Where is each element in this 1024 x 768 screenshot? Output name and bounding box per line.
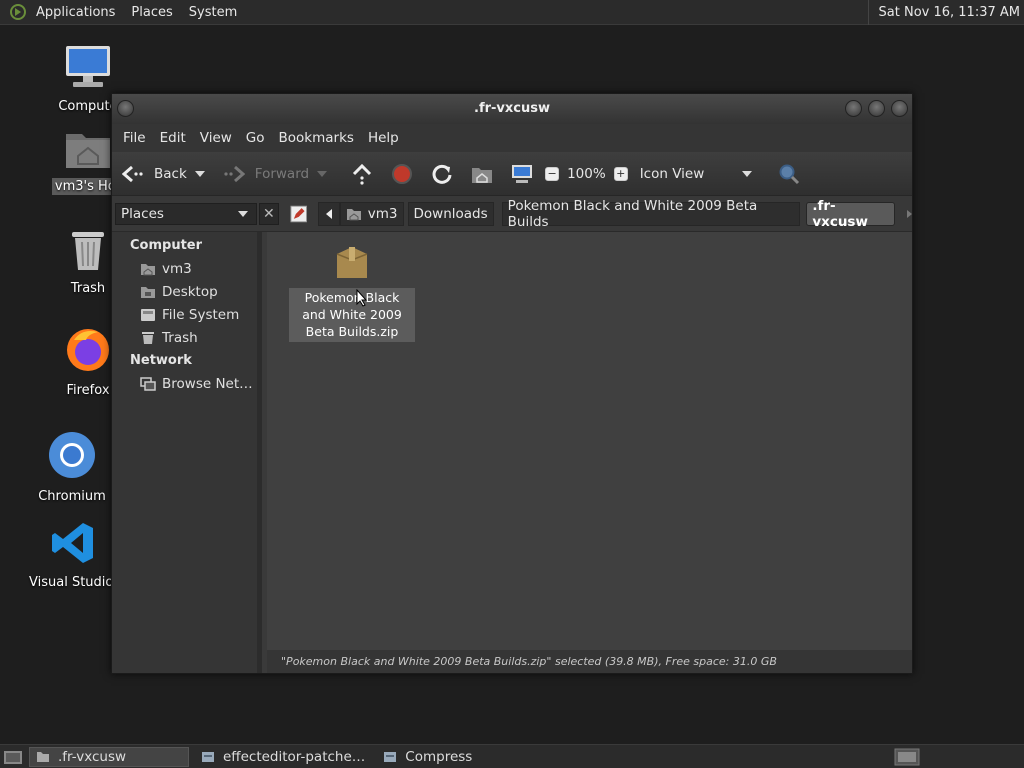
zoom-out-icon[interactable]: −: [545, 166, 560, 181]
close-button[interactable]: [891, 100, 908, 117]
minimize-button[interactable]: [845, 100, 862, 117]
back-label: Back: [154, 165, 187, 182]
maximize-button[interactable]: [868, 100, 885, 117]
zoom-in-icon[interactable]: +: [613, 166, 628, 181]
home-folder-small-icon: [141, 263, 155, 275]
sidebar-item-filesystem[interactable]: File System: [112, 303, 257, 326]
file-item[interactable]: Pokemon Black and White 2009 Beta Builds…: [289, 244, 415, 342]
stop-icon[interactable]: [391, 163, 413, 185]
taskbar-item-compress[interactable]: Compress: [377, 747, 478, 767]
zoom-control: − 100% +: [545, 166, 628, 182]
forward-history-dropdown-icon[interactable]: [317, 170, 328, 177]
view-mode-label: Icon View: [639, 165, 705, 182]
breadcrumb-right-arrow-icon[interactable]: [907, 209, 912, 218]
status-bar: "Pokemon Black and White 2009 Beta Build…: [267, 650, 912, 673]
edit-location-icon[interactable]: [289, 204, 308, 224]
folder-small-icon: [37, 751, 49, 762]
archive-icon: [336, 247, 368, 278]
places-sidebar: Computer vm3 Desktop File System Trash N…: [112, 232, 262, 673]
bottom-panel: .fr-vxcusw effecteditor-patche… Compress: [0, 744, 1024, 768]
sidebar-pane-label: Places: [121, 205, 164, 222]
close-sidebar-button[interactable]: ✕: [259, 202, 279, 225]
forward-button[interactable]: Forward: [223, 165, 328, 183]
menu-bookmarks[interactable]: Bookmarks: [272, 130, 361, 146]
breadcrumb-current-folder[interactable]: .fr-vxcusw: [806, 198, 895, 230]
archive-manager-icon: [202, 751, 214, 762]
breadcrumb-pokemon-folder[interactable]: Pokemon Black and White 2009 Beta Builds: [501, 198, 801, 230]
up-arrow-icon[interactable]: [351, 163, 373, 185]
file-name-label: Pokemon Black and White 2009 Beta Builds…: [289, 288, 415, 342]
view-mode-dropdown-icon: [742, 170, 753, 177]
sidebar-item-browse-network[interactable]: Browse Net…: [112, 372, 257, 395]
forward-arrow-icon: [224, 165, 245, 182]
taskbar-item-effecteditor[interactable]: effecteditor-patche…: [195, 747, 371, 767]
menu-view[interactable]: View: [193, 130, 239, 146]
trash-icon: [72, 232, 104, 270]
sidebar-header-network: Network: [130, 353, 192, 368]
breadcrumb-left-arrow-icon[interactable]: [318, 201, 340, 226]
vscode-icon: [52, 523, 93, 563]
window-title: .fr-vxcusw: [474, 101, 550, 116]
sidebar-item-vm3[interactable]: vm3: [112, 257, 257, 280]
file-view[interactable]: Pokemon Black and White 2009 Beta Builds…: [267, 232, 912, 650]
top-panel: Applications Places System Sat Nov 16, 1…: [0, 0, 1024, 25]
window-menu-icon[interactable]: [117, 100, 134, 117]
menu-edit[interactable]: Edit: [153, 130, 193, 146]
menubar: File Edit View Go Bookmarks Help: [112, 124, 912, 152]
network-icon: [140, 376, 156, 391]
drive-icon: [141, 308, 155, 321]
reload-icon[interactable]: [431, 163, 453, 185]
applications-menu[interactable]: Applications: [28, 0, 123, 25]
mate-logo-icon[interactable]: [10, 4, 26, 20]
home-folder-icon: [66, 134, 110, 168]
show-desktop-icon[interactable]: [3, 748, 23, 766]
view-mode-select[interactable]: Icon View: [640, 166, 753, 182]
taskbar-item-file-manager[interactable]: .fr-vxcusw: [29, 746, 189, 767]
trash-small-icon: [142, 331, 154, 344]
clock[interactable]: Sat Nov 16, 11:37 AM: [867, 0, 1020, 25]
chevron-down-icon: [238, 210, 249, 217]
desktop-icon-vscode[interactable]: Visual Studio Co: [26, 520, 135, 591]
search-icon[interactable]: [778, 163, 800, 185]
file-manager-window: .fr-vxcusw File Edit View Go Bookmarks H…: [111, 93, 913, 674]
window-body: Computer vm3 Desktop File System Trash N…: [112, 232, 912, 673]
home-icon[interactable]: [471, 164, 493, 184]
back-arrow-icon: [122, 165, 143, 182]
desktop-folder-icon: [141, 286, 155, 298]
breadcrumb-downloads[interactable]: Downloads: [407, 201, 494, 226]
window-titlebar[interactable]: .fr-vxcusw: [112, 94, 912, 124]
home-folder-small-icon: [346, 208, 361, 220]
mouse-cursor-icon: [356, 289, 368, 307]
sidebar-header-computer: Computer: [130, 238, 203, 253]
system-menu[interactable]: System: [181, 0, 245, 25]
back-button[interactable]: Back: [122, 165, 205, 183]
menu-file[interactable]: File: [116, 130, 153, 146]
toolbar: Back Forward − 100% + Icon View: [112, 152, 912, 196]
menu-go[interactable]: Go: [239, 130, 272, 146]
places-menu[interactable]: Places: [123, 0, 180, 25]
sidebar-item-desktop[interactable]: Desktop: [112, 280, 257, 303]
desktop-icon-chromium[interactable]: Chromium: [24, 430, 120, 505]
zoom-level: 100%: [567, 165, 606, 182]
menu-help[interactable]: Help: [361, 130, 406, 146]
workspace-switcher-icon[interactable]: [894, 748, 920, 766]
sidebar-pane-select[interactable]: Places: [115, 202, 258, 225]
firefox-icon: [67, 329, 109, 371]
back-history-dropdown-icon[interactable]: [194, 170, 205, 177]
sidebar-item-trash[interactable]: Trash: [112, 326, 257, 349]
computer-icon: [66, 46, 110, 87]
chromium-icon: [49, 432, 95, 478]
breadcrumb-vm3[interactable]: vm3: [339, 201, 404, 226]
archive-manager-icon: [384, 751, 397, 762]
computer-small-icon[interactable]: [511, 164, 533, 184]
location-bar: Places ✕ vm3 Downloads Pokemon Black and…: [112, 196, 912, 232]
forward-label: Forward: [254, 165, 310, 182]
